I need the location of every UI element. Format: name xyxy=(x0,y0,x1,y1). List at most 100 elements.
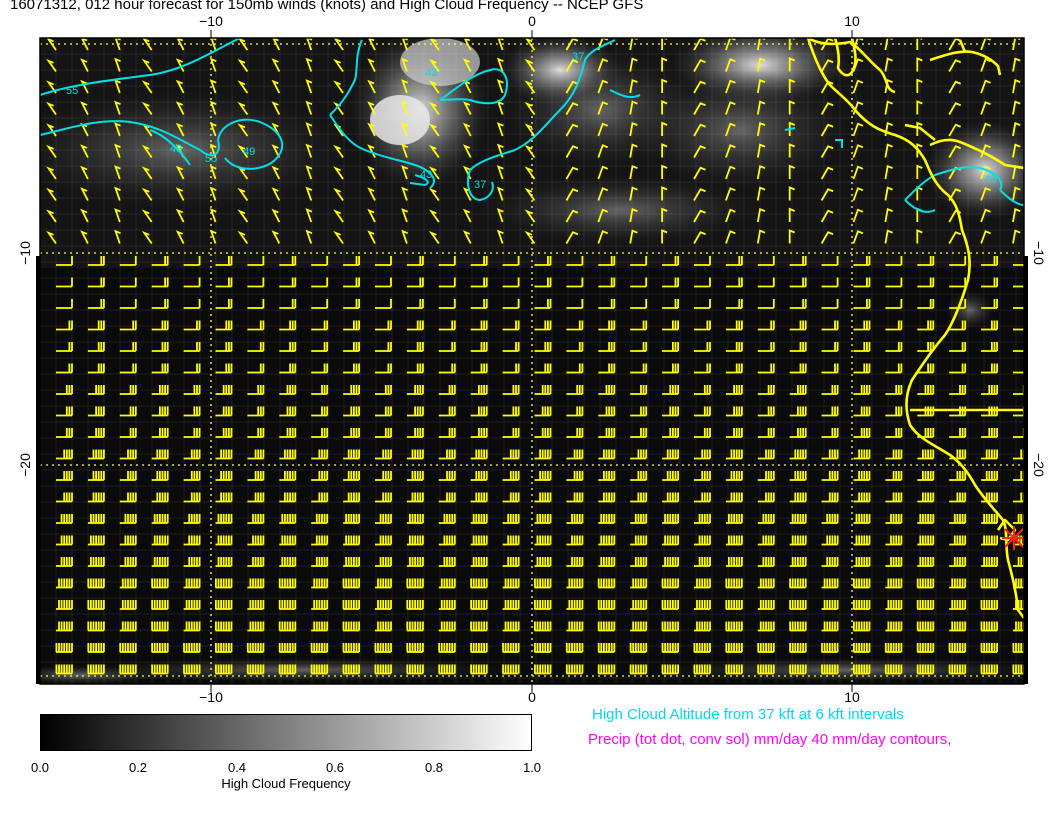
wind-barb xyxy=(342,643,360,653)
red-asterisk-icon xyxy=(1002,526,1026,550)
wind-barb xyxy=(885,600,903,610)
wind-barb xyxy=(693,643,711,653)
wind-barb xyxy=(183,578,201,589)
x-tick-bottom-2: 0 xyxy=(528,689,536,705)
wind-barb xyxy=(470,578,488,589)
contour-label: 37 xyxy=(572,51,584,63)
wind-barb xyxy=(534,643,552,653)
wind-barb xyxy=(566,600,584,610)
wind-barb xyxy=(215,621,233,632)
colorbar-tick: 0.0 xyxy=(30,760,50,775)
wind-barb xyxy=(853,557,871,567)
wind-barb xyxy=(406,664,424,675)
wind-barb xyxy=(885,621,903,632)
wind-barb xyxy=(630,600,648,610)
wind-barb xyxy=(981,557,998,567)
wind-barb xyxy=(598,514,616,524)
colorbar-tick: 0.6 xyxy=(325,760,345,775)
wind-barb xyxy=(789,514,807,524)
wind-barb xyxy=(87,514,105,524)
wind-barb xyxy=(183,600,201,610)
wind-barb xyxy=(980,664,998,675)
wind-barb xyxy=(215,578,233,589)
wind-barb xyxy=(662,557,679,567)
wind-barb xyxy=(87,621,105,632)
wind-barb xyxy=(310,664,329,675)
wind-barb xyxy=(598,535,616,546)
wind-barb xyxy=(56,578,73,589)
wind-barb xyxy=(884,664,903,675)
wind-barb xyxy=(725,578,743,589)
cloud-altitude-note: High Cloud Altitude from 37 kft at 6 kft… xyxy=(592,706,904,723)
wind-barb xyxy=(661,621,679,632)
wind-barb xyxy=(87,600,105,610)
wind-barb xyxy=(789,578,807,589)
wind-barb xyxy=(215,664,233,675)
colorbar-tick: 0.4 xyxy=(227,760,247,775)
contour-label: 43 xyxy=(425,67,437,79)
wind-barb xyxy=(693,664,711,675)
wind-barb xyxy=(725,643,743,653)
wind-barb xyxy=(278,643,297,653)
wind-barb xyxy=(246,643,265,653)
wind-barb xyxy=(853,621,871,632)
wind-barb xyxy=(183,643,201,653)
wind-barb xyxy=(406,557,424,567)
wind-barb xyxy=(470,557,488,567)
wind-barb xyxy=(694,600,711,610)
wind-barb xyxy=(502,664,520,675)
wind-barb xyxy=(406,514,424,524)
wind-barb xyxy=(725,514,743,524)
wind-barb xyxy=(949,621,967,632)
wind-barb xyxy=(151,557,169,567)
wind-barb xyxy=(502,578,520,589)
wind-barb xyxy=(311,578,329,589)
wind-barb xyxy=(374,664,392,675)
wind-barb xyxy=(183,621,201,632)
x-tick-top-1: −10 xyxy=(199,13,223,29)
wind-barb xyxy=(375,578,392,589)
wind-barb xyxy=(981,535,998,546)
wind-barb xyxy=(151,514,169,524)
contour-label: 43 xyxy=(420,169,432,181)
wind-barb xyxy=(662,514,679,524)
y-tick-right-1: −10 xyxy=(1031,241,1047,265)
wind-barb xyxy=(247,578,265,589)
wind-barb xyxy=(470,535,488,546)
right-axis-bar xyxy=(1024,256,1028,684)
wind-barb xyxy=(980,578,998,589)
wind-barb xyxy=(566,578,584,589)
wind-barb xyxy=(183,664,201,675)
contour-label: 55 xyxy=(66,85,78,97)
wind-barb xyxy=(949,600,967,610)
wind-barb xyxy=(470,621,488,632)
wind-barb xyxy=(56,600,73,610)
wind-barb xyxy=(119,600,137,610)
wind-barb xyxy=(629,643,648,653)
wind-barb xyxy=(342,600,360,610)
wind-barb xyxy=(374,643,392,653)
x-tick-bottom-3: 10 xyxy=(844,689,860,705)
wind-barb xyxy=(853,643,871,653)
wind-barb xyxy=(630,621,648,632)
wind-barb xyxy=(215,643,233,653)
wind-barb xyxy=(853,664,871,675)
wind-barb xyxy=(916,600,935,610)
wind-barb xyxy=(119,621,137,632)
wind-barb xyxy=(661,600,679,610)
wind-barb xyxy=(151,621,169,632)
wind-barb xyxy=(87,535,105,546)
wind-barb xyxy=(406,578,424,589)
wind-barb xyxy=(406,643,424,653)
wind-barb xyxy=(725,557,743,567)
wind-barb xyxy=(375,600,392,610)
wind-barb xyxy=(757,600,775,610)
wind-barb xyxy=(151,600,169,610)
wind-barb xyxy=(725,664,743,675)
wind-barb xyxy=(470,600,488,610)
wind-barb xyxy=(598,557,616,567)
wind-barb xyxy=(948,664,967,675)
wind-barb xyxy=(119,664,137,675)
wind-barb xyxy=(279,514,297,524)
wind-barb xyxy=(119,578,137,589)
